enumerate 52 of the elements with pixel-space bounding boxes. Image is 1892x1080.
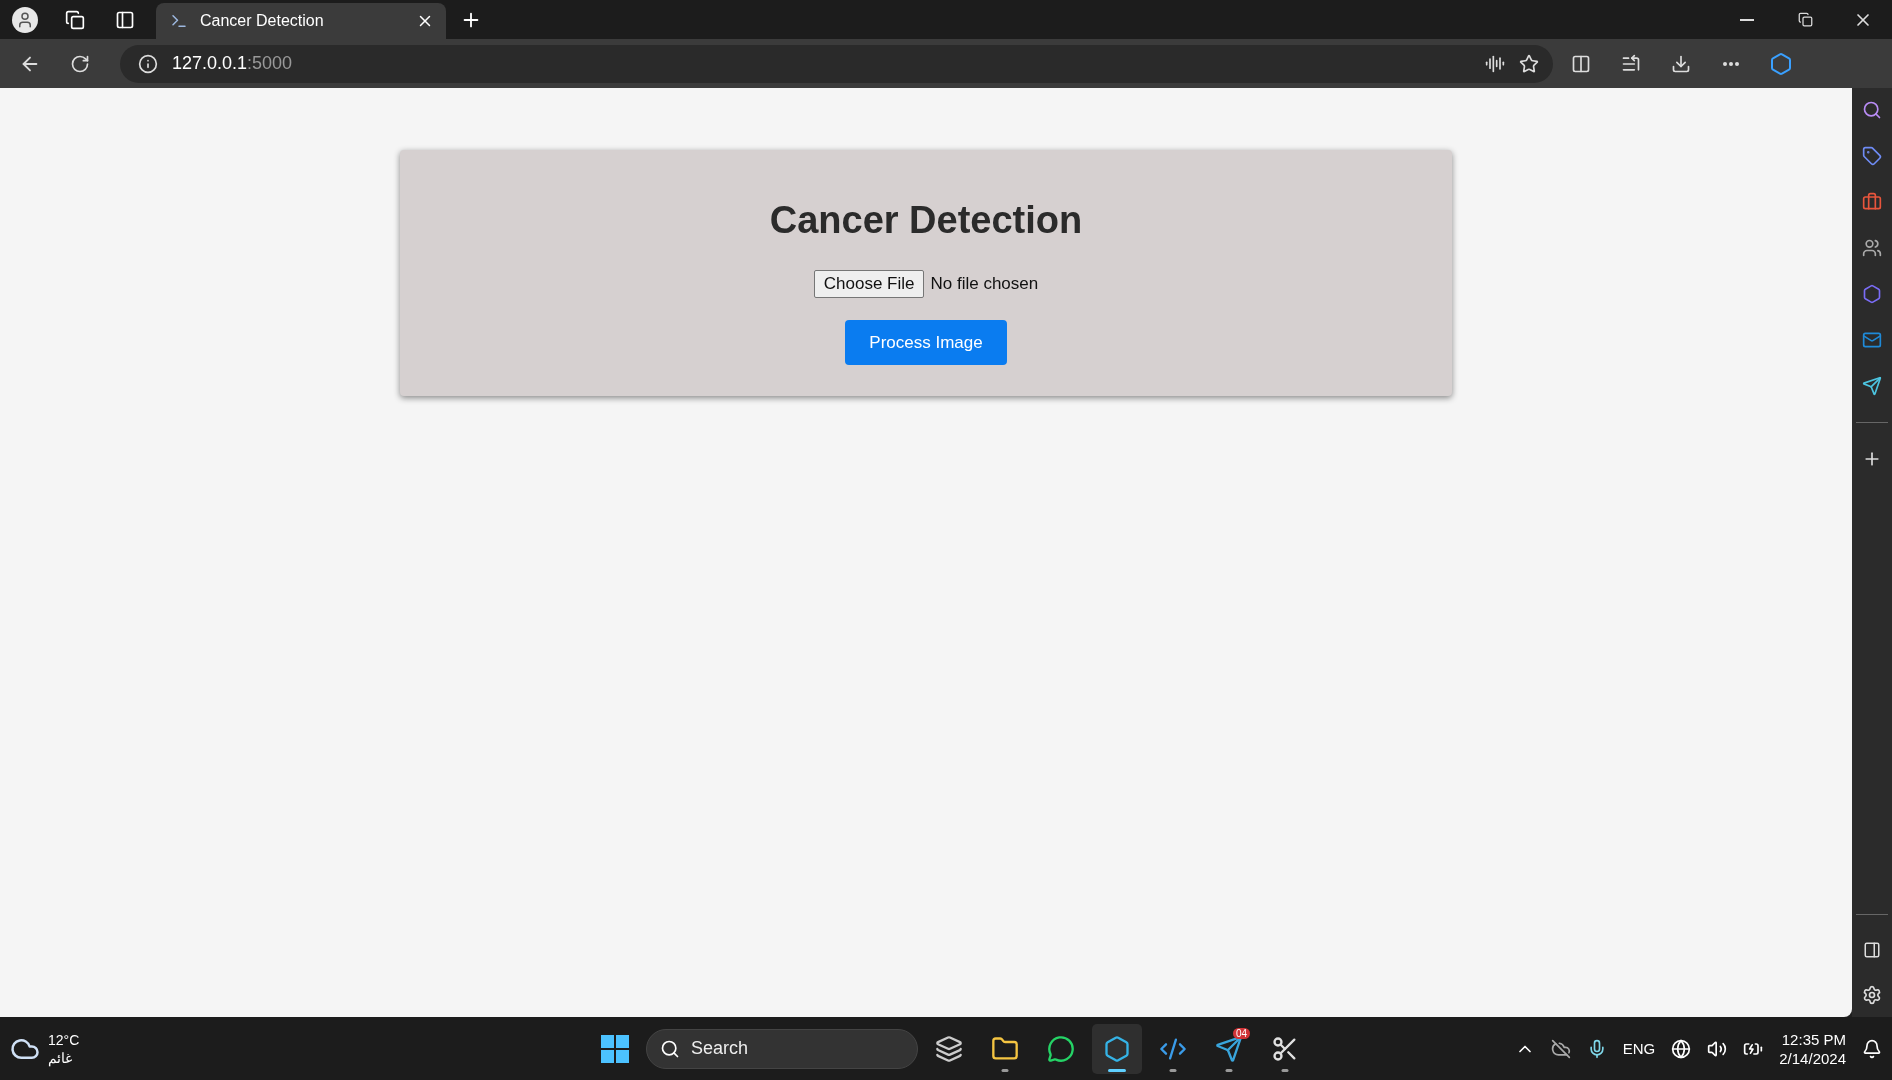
minimize-icon: [1740, 18, 1754, 21]
browser-icon: [1103, 1034, 1131, 1063]
paper-plane-icon: [1862, 376, 1882, 396]
profile-avatar[interactable]: [12, 6, 38, 33]
folder-icon: [991, 1034, 1019, 1063]
clock-time: 12:35 PM: [1781, 1029, 1846, 1049]
browser-tab[interactable]: Cancer Detection: [156, 3, 446, 39]
notification-badge: 04: [1232, 1027, 1250, 1039]
tab-title: Cancer Detection: [200, 12, 325, 30]
taskbar-app[interactable]: [1092, 1023, 1142, 1074]
file-status: No file chosen: [930, 274, 1039, 294]
read-aloud-icon: [1485, 53, 1505, 74]
hexagon-icon: [1769, 51, 1793, 76]
list-icon: [1621, 53, 1641, 74]
more-icon: [1723, 61, 1739, 66]
split-screen-icon: [1571, 53, 1591, 74]
mail-icon: [1862, 330, 1882, 350]
chat-bubble-icon: [1047, 1034, 1075, 1063]
info-icon: [138, 53, 158, 74]
workspaces-icon: [65, 9, 85, 30]
windows-logo-icon: [601, 1034, 629, 1063]
tag-icon: [1862, 146, 1882, 166]
download-icon: [1671, 53, 1691, 74]
weather-condition: غائم: [48, 1048, 73, 1067]
temperature: 12°C: [48, 1030, 80, 1049]
briefcase-icon: [1862, 192, 1882, 212]
sidebar-icon: [1863, 941, 1881, 959]
terminal-icon: [170, 12, 188, 30]
address-bar[interactable]: 127.0.0.1:5000: [120, 44, 1553, 83]
bell-icon: [1862, 1038, 1882, 1059]
taskbar-app[interactable]: 04: [1204, 1023, 1254, 1074]
refresh-icon: [70, 53, 90, 74]
search-icon: [660, 1038, 680, 1059]
user-icon: [16, 10, 34, 29]
restore-icon: [1797, 12, 1813, 27]
star-icon: [1519, 53, 1539, 74]
cloud-off-icon: [1550, 1038, 1571, 1059]
search-field[interactable]: Search: [646, 1028, 918, 1069]
search-icon: [1862, 100, 1882, 120]
language-indicator[interactable]: ENG: [1622, 1040, 1656, 1057]
page-title: Cancer Detection: [769, 199, 1083, 242]
window-stack-icon: [935, 1034, 963, 1063]
settings-icon: [1862, 985, 1882, 1005]
clock-date: 2/14/2024: [1779, 1048, 1846, 1068]
hexagon-icon: [1862, 284, 1882, 304]
url-text: 127.0.0.1:5000: [172, 53, 294, 74]
vertical-tabs-icon: [115, 9, 135, 30]
volume-icon: [1707, 1038, 1728, 1059]
process-image-button[interactable]: Process Image: [845, 320, 1007, 365]
globe-icon: [1671, 1038, 1692, 1059]
people-icon: [1862, 238, 1882, 258]
choose-file-button[interactable]: Choose File: [813, 270, 925, 298]
